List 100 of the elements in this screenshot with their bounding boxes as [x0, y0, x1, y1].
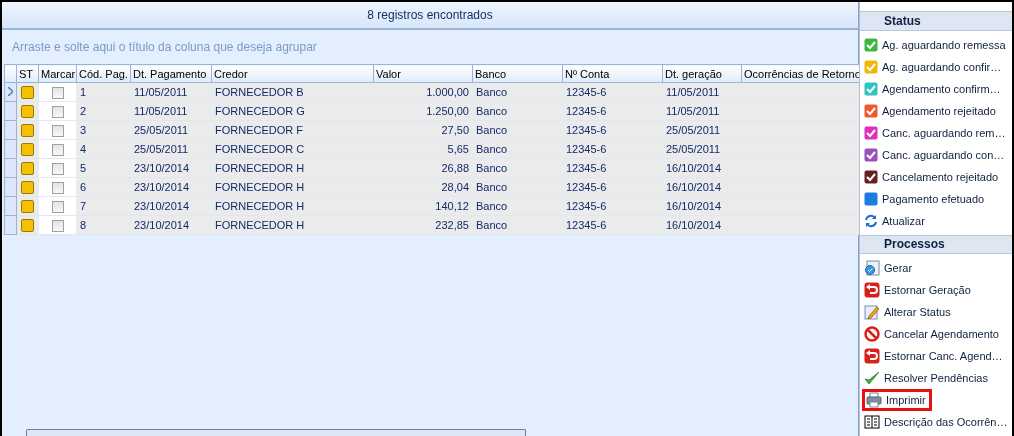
- panel-item[interactable]: Cancelar Agendamento: [862, 323, 1011, 345]
- table-cell: 25/05/2011: [134, 143, 189, 155]
- column-header[interactable]: Ocorrências de Retorno: [741, 64, 861, 83]
- mark-checkbox[interactable]: [51, 105, 64, 118]
- column-header[interactable]: Marcar: [38, 64, 77, 83]
- table-cell: 25/05/2011: [666, 143, 721, 155]
- table-cell: 12345-6: [566, 219, 607, 231]
- table-cell: Banco: [476, 105, 508, 117]
- table-cell: 16/10/2014: [666, 200, 722, 212]
- mark-checkbox[interactable]: [51, 200, 64, 213]
- checkbox-icon: [864, 169, 878, 184]
- panel-item[interactable]: Alterar Status: [862, 301, 1011, 323]
- table-cell: 8: [80, 219, 87, 231]
- table-cell: 12345-6: [566, 181, 607, 193]
- column-header[interactable]: Nº Conta: [562, 64, 663, 83]
- refresh-icon: [864, 213, 878, 228]
- table-cell: 23/10/2014: [134, 219, 190, 231]
- checkbox-icon: [864, 37, 878, 52]
- column-header[interactable]: Credor: [211, 64, 374, 83]
- table-cell: 5,65: [447, 143, 469, 155]
- mark-checkbox[interactable]: [51, 86, 64, 99]
- column-header[interactable]: Cód. Pag.: [76, 64, 131, 83]
- table-cell: 26,88: [441, 162, 469, 174]
- table-cell: 1.000,00: [426, 86, 469, 98]
- table-cell: FORNECEDOR H: [215, 219, 305, 231]
- section-title: Processos: [884, 237, 945, 252]
- panel-item[interactable]: Descrição das Ocorrên…: [862, 411, 1011, 433]
- table-cell: 12345-6: [566, 162, 607, 174]
- panel-item[interactable]: Resolver Pendências: [862, 367, 1011, 389]
- panel-item[interactable]: Cancelamento rejeitado: [862, 165, 1011, 188]
- checkbox-icon: [864, 59, 878, 74]
- table-cell: 28,04: [441, 181, 469, 193]
- panel-item[interactable]: Ag. aguardando confir…: [862, 55, 1011, 78]
- panel-item[interactable]: Gerar: [862, 257, 1011, 279]
- panel-item[interactable]: Agendamento rejeitado: [862, 99, 1011, 122]
- printer-icon: [866, 392, 882, 408]
- results-count: 8 registros encontrados: [367, 8, 493, 22]
- panel-item[interactable]: Estornar Canc. Agend…: [862, 345, 1011, 367]
- document-icon: [864, 260, 880, 276]
- panel-item[interactable]: Atualizar: [862, 209, 1011, 232]
- table-cell: 16/10/2014: [666, 162, 722, 174]
- table-cell: 5: [80, 162, 87, 174]
- checkbox-icon: [864, 147, 878, 162]
- table-cell: FORNECEDOR H: [215, 200, 305, 212]
- table-cell: 16/10/2014: [666, 219, 722, 231]
- table-cell: 4: [80, 143, 87, 155]
- table-cell: 232,85: [435, 219, 469, 231]
- column-header[interactable]: Dt. geração: [662, 64, 742, 83]
- mark-checkbox[interactable]: [51, 124, 64, 137]
- table-cell: 23/10/2014: [134, 200, 190, 212]
- table-cell: Banco: [476, 181, 508, 193]
- panel-item[interactable]: Pagamento efetuado: [862, 187, 1011, 210]
- column-header[interactable]: ST: [16, 64, 39, 83]
- table-cell: Banco: [476, 219, 508, 231]
- row-indicator-icon: [8, 87, 13, 96]
- panel-item[interactable]: Canc. aguardando rem…: [862, 121, 1011, 144]
- table-cell: 16/10/2014: [666, 181, 722, 193]
- table-cell: 6: [80, 181, 87, 193]
- column-header[interactable]: Banco: [472, 64, 563, 83]
- table-cell: 1.250,00: [426, 105, 469, 117]
- table-cell: Banco: [476, 162, 508, 174]
- section-title: Status: [884, 13, 921, 28]
- checkbox-icon: [864, 103, 878, 118]
- column-header[interactable]: Dt. Pagamento: [130, 64, 212, 83]
- table-cell: FORNECEDOR C: [215, 143, 305, 155]
- panel-item[interactable]: Agendamento confirm…: [862, 77, 1011, 100]
- table-cell: 1: [80, 86, 87, 98]
- column-header[interactable]: Valor: [373, 64, 473, 83]
- mark-checkbox[interactable]: [51, 162, 64, 175]
- table-cell: 11/05/2011: [134, 105, 188, 117]
- table-cell: FORNECEDOR G: [215, 105, 305, 117]
- panel-item[interactable]: Estornar Geração: [862, 279, 1011, 301]
- table-cell: 12345-6: [566, 86, 607, 98]
- table-cell: 140,12: [435, 200, 469, 212]
- table-cell: 11/05/2011: [666, 86, 720, 98]
- panel-item[interactable]: Canc. aguardando con…: [862, 143, 1011, 166]
- forbidden-icon: [864, 326, 880, 342]
- edit-icon: [864, 304, 880, 320]
- mark-checkbox[interactable]: [51, 181, 64, 194]
- table-cell: FORNECEDOR F: [215, 124, 303, 136]
- table-cell: FORNECEDOR H: [215, 162, 305, 174]
- table-cell: 11/05/2011: [666, 105, 720, 117]
- table-cell: 12345-6: [566, 124, 607, 136]
- panel-item[interactable]: Ag. aguardando remessa: [862, 33, 1011, 56]
- table-cell: 2: [80, 105, 87, 117]
- table-cell: Banco: [476, 86, 508, 98]
- table-cell: 12345-6: [566, 200, 607, 212]
- table-cell: 23/10/2014: [134, 181, 190, 193]
- book-icon: [864, 414, 880, 430]
- panel-item[interactable]: Imprimir: [862, 389, 932, 411]
- table-cell: 27,50: [441, 124, 469, 136]
- checkmark-icon: [864, 370, 880, 386]
- table-cell: 11/05/2011: [134, 86, 188, 98]
- table-cell: 7: [80, 200, 87, 212]
- table-cell: Banco: [476, 200, 508, 212]
- undo-icon: [864, 348, 880, 364]
- mark-checkbox[interactable]: [51, 219, 64, 232]
- table-cell: 3: [80, 124, 87, 136]
- undo-icon: [864, 282, 880, 298]
- mark-checkbox[interactable]: [51, 143, 64, 156]
